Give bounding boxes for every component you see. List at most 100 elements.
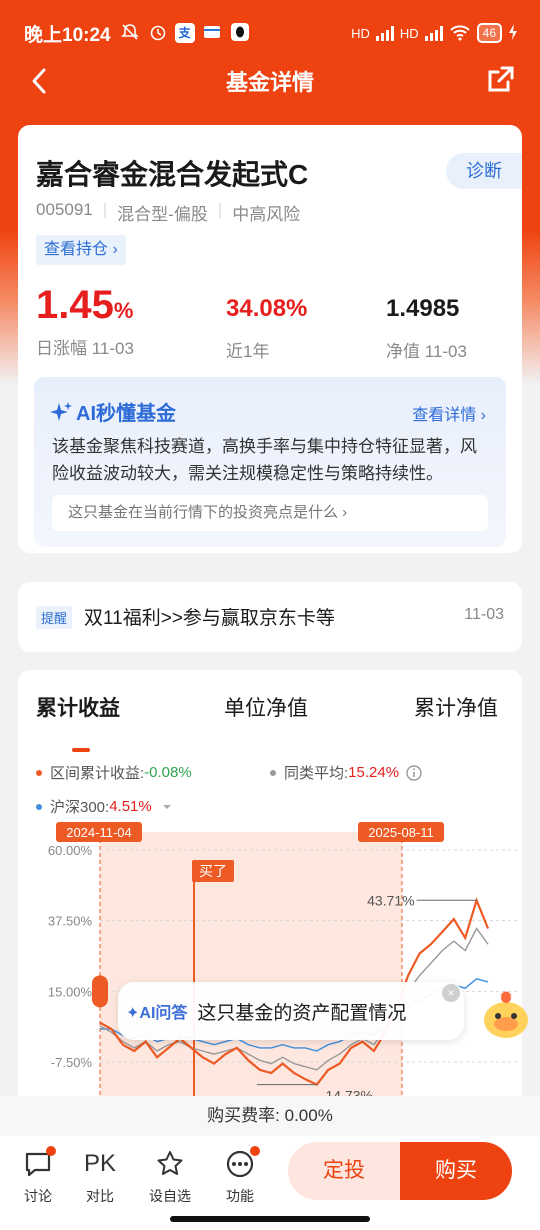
ai-qa-bubble[interactable]: ✦AI问答 这只基金的资产配置情况 × bbox=[118, 982, 464, 1040]
notice-text: 双11福利>>参与赢取京东卡等 bbox=[84, 608, 335, 629]
compare-button[interactable]: PK 对比 bbox=[70, 1148, 130, 1206]
info-icon bbox=[406, 764, 422, 781]
fund-meta: 005091 | 混合型-偏股 | 中高风险 bbox=[36, 200, 300, 225]
legend-interval: 区间累计收益: -0.08% bbox=[36, 762, 192, 783]
chat-icon bbox=[8, 1146, 68, 1180]
functions-label: 功能 bbox=[226, 1188, 254, 1204]
wifi-icon bbox=[449, 23, 471, 44]
sip-button[interactable]: 定投 bbox=[288, 1142, 400, 1200]
ai-insight-text: 该基金聚焦科技赛道，高换手率与集中持仓特征显著，风险收益波动较大，需关注规模稳定… bbox=[52, 437, 477, 483]
chart-tabs: 累计收益 单位净值 累计净值 bbox=[18, 692, 522, 752]
home-indicator bbox=[170, 1216, 370, 1222]
status-right: HD HD 46 bbox=[351, 23, 518, 44]
ai-details-link[interactable]: 查看详情 › bbox=[412, 401, 486, 425]
max-annotation-label: 43.71% bbox=[367, 892, 414, 908]
charging-icon bbox=[508, 23, 518, 44]
watch-label: 设自选 bbox=[149, 1188, 191, 1204]
notice-card[interactable]: 提醒 双11福利>>参与赢取京东卡等 11-03 bbox=[18, 582, 522, 652]
add-watchlist-button[interactable]: 设自选 bbox=[140, 1148, 200, 1206]
star-icon bbox=[140, 1148, 200, 1180]
purchase-fee: 购买费率: 0.00% bbox=[0, 1096, 540, 1136]
status-bar: 晚上10:24 支 HD HD 46 bbox=[24, 18, 518, 48]
return-chart[interactable]: 60.00% 37.50% 15.00% -7.50% 2024-11-04 2025-0… bbox=[18, 820, 522, 1130]
legend-interval-value: -0.08% bbox=[144, 764, 192, 781]
functions-button[interactable]: 功能 bbox=[210, 1146, 270, 1206]
fund-code: 005091 bbox=[36, 200, 93, 219]
active-tab-indicator bbox=[72, 748, 90, 752]
legend-index-label: 沪深300: bbox=[50, 799, 110, 816]
ai-insight-panel: AI秒懂基金 查看详情 › 该基金聚焦科技赛道，高换手率与集中持仓特征显著，风险… bbox=[34, 377, 506, 547]
network-label: HD bbox=[351, 25, 370, 41]
sparkle-icon bbox=[50, 402, 72, 421]
y-tick-label: 37.50% bbox=[48, 914, 93, 929]
view-holdings-link[interactable]: 查看持仓 › bbox=[36, 235, 126, 265]
diagnose-button[interactable]: 诊断 bbox=[446, 153, 522, 189]
notice-date: 11-03 bbox=[464, 606, 504, 623]
ai-insight-title: AI秒懂基金 bbox=[50, 397, 176, 426]
badge-dot bbox=[250, 1146, 260, 1156]
daily-change-value: 1.45% bbox=[36, 283, 134, 327]
notice-tag: 提醒 bbox=[36, 606, 73, 629]
daily-change-label: 日涨幅 11-03 bbox=[36, 339, 134, 358]
legend-interval-label: 区间累计收益: bbox=[50, 765, 145, 782]
chart-card: 累计收益 单位净值 累计净值 区间累计收益: -0.08% 同类平均: 15.2… bbox=[18, 670, 522, 1130]
more-icon bbox=[210, 1146, 270, 1180]
close-icon[interactable]: × bbox=[442, 984, 460, 1002]
signal-icon bbox=[375, 25, 394, 41]
nav-bar: 基金详情 bbox=[0, 60, 540, 102]
legend-peer-label: 同类平均: bbox=[284, 765, 349, 782]
alipay-icon: 支 bbox=[174, 23, 195, 43]
tab-unit-nav[interactable]: 单位净值 bbox=[224, 692, 308, 722]
buy-button[interactable]: 购买 bbox=[400, 1142, 512, 1200]
range-start-label: 2024-11-04 bbox=[66, 825, 132, 840]
status-time: 晚上10:24 bbox=[24, 24, 111, 46]
pk-icon: PK bbox=[83, 1150, 116, 1177]
legend-dot bbox=[36, 769, 42, 776]
selection-band bbox=[100, 832, 402, 1130]
y-tick-label: 60.00% bbox=[48, 843, 93, 858]
share-icon[interactable] bbox=[486, 64, 516, 94]
legend-dot bbox=[36, 803, 42, 810]
signal-icon-2 bbox=[424, 25, 443, 41]
y-tick-label: 15.00% bbox=[48, 984, 93, 999]
legend-dot bbox=[270, 769, 276, 776]
nav-stat: 1.4985 净值 11-03 bbox=[386, 295, 467, 362]
one-year-value: 34.08% bbox=[226, 295, 308, 322]
legend-index[interactable]: 沪深300: 4.51% bbox=[36, 796, 174, 817]
badge-dot bbox=[46, 1146, 56, 1156]
daily-change-stat: 1.45% 日涨幅 11-03 bbox=[36, 283, 134, 359]
mascot-icon[interactable] bbox=[478, 986, 534, 1042]
fund-summary-card: 嘉合睿金混合发起式C 诊断 005091 | 混合型-偏股 | 中高风险 查看持… bbox=[18, 125, 522, 553]
discuss-label: 讨论 bbox=[24, 1188, 52, 1204]
ai-qa-question: 这只基金的资产配置情况 bbox=[197, 1002, 407, 1024]
network-label-2: HD bbox=[399, 25, 419, 41]
qq-icon bbox=[229, 22, 251, 44]
card-icon bbox=[201, 22, 223, 44]
meta-divider: | bbox=[102, 200, 108, 219]
battery-icon: 46 bbox=[476, 23, 502, 43]
dropdown-icon bbox=[162, 804, 171, 809]
discuss-button[interactable]: 讨论 bbox=[8, 1146, 68, 1206]
compare-label: 对比 bbox=[86, 1188, 114, 1204]
tab-cumulative-return[interactable]: 累计收益 bbox=[36, 692, 120, 722]
page-title: 基金详情 bbox=[225, 70, 314, 95]
y-tick-label: -7.50% bbox=[51, 1055, 93, 1070]
fund-name: 嘉合睿金混合发起式C bbox=[36, 159, 309, 190]
mute-icon bbox=[119, 22, 141, 44]
legend-index-value: 4.51% bbox=[109, 798, 152, 815]
legend-peer: 同类平均: 15.24% bbox=[270, 762, 423, 783]
alarm-icon bbox=[147, 22, 169, 44]
range-end-label: 2025-08-11 bbox=[368, 825, 434, 840]
buy-marker-label: 买了 bbox=[199, 863, 227, 879]
one-year-stat: 34.08% 近1年 bbox=[226, 295, 307, 362]
meta-divider: | bbox=[217, 200, 223, 219]
tab-cumulative-nav[interactable]: 累计净值 bbox=[414, 692, 498, 722]
fund-risk: 中高风险 bbox=[232, 205, 301, 224]
range-handle bbox=[92, 975, 108, 1008]
ai-qa-label: ✦AI问答 bbox=[126, 1005, 188, 1022]
nav-value: 1.4985 bbox=[386, 295, 460, 322]
nav-label: 净值 11-03 bbox=[386, 342, 467, 361]
legend-peer-value: 15.24% bbox=[348, 764, 400, 781]
one-year-label: 近1年 bbox=[226, 342, 270, 361]
ai-question-prompt[interactable]: 这只基金在当前行情下的投资亮点是什么 › bbox=[52, 495, 488, 531]
